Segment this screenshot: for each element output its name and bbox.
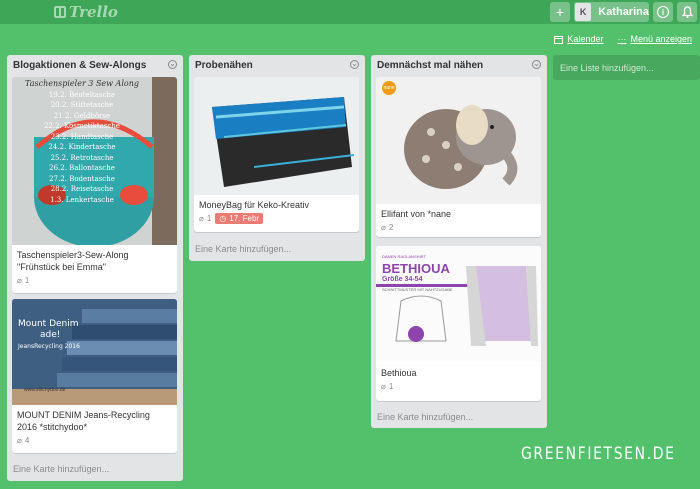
notifications-button[interactable]	[677, 2, 697, 22]
cover-caption: Taschenspieler 3 Sew Along 19.2. Beutelt…	[25, 79, 139, 204]
trello-board-icon	[54, 6, 66, 18]
card-ellifant[interactable]: nane Ellifant von *nane ⌀ 2	[376, 77, 541, 237]
attachment-count: 1	[24, 275, 30, 285]
card-title: MoneyBag für Keko-Kreativ	[199, 200, 310, 210]
card-badges: ⌀ 1	[376, 379, 541, 395]
card-badges: ⌀ 1 ◷ 17. Febr	[194, 211, 359, 227]
add-list-button[interactable]: Eine Liste hinzufügen...	[553, 55, 700, 80]
show-menu-button[interactable]: ··· Menü anzeigen	[617, 34, 692, 44]
attachment-badge: ⌀ 1	[17, 276, 29, 285]
attachment-count: 1	[206, 213, 212, 223]
list-demnaechst: Demnächst mal nähen ⌄ nane Ellifant von …	[371, 55, 547, 428]
plus-icon: +	[555, 4, 565, 20]
ellifant-cover	[376, 77, 541, 204]
card-title: Ellifant von *nane	[381, 209, 452, 219]
card-title: Taschenspieler3-Sew-Along "Frühstück bei…	[17, 250, 129, 272]
list-title: Blogaktionen & Sew-Alongs	[13, 60, 147, 71]
add-card-link[interactable]: Eine Karte hinzufügen...	[377, 412, 473, 422]
calendar-label: Kalender	[567, 34, 604, 44]
list-header[interactable]: Probenähen ⌄	[189, 55, 365, 75]
card-moneybag[interactable]: MoneyBag für Keko-Kreativ ⌀ 1 ◷ 17. Febr	[194, 77, 359, 232]
paperclip-icon: ⌀	[381, 381, 386, 391]
list-header[interactable]: Demnächst mal nähen ⌄	[371, 55, 547, 75]
list-title: Demnächst mal nähen	[377, 60, 484, 71]
moneybag-cover	[194, 77, 359, 195]
bell-icon	[681, 6, 693, 18]
card-cover-image: nane	[376, 77, 541, 204]
card-title: Bethioua	[381, 368, 417, 378]
due-date-badge: ◷ 17. Febr	[215, 212, 264, 224]
add-button[interactable]: +	[550, 2, 570, 22]
cover-url: www.stitchydoo.de	[24, 387, 66, 393]
calendar-button[interactable]: Kalender	[554, 34, 603, 44]
list-blogaktionen: Blogaktionen & Sew-Alongs ⌄ Taschenspiel…	[7, 55, 183, 481]
card-badges: ⌀ 4	[12, 433, 177, 449]
calendar-icon	[554, 35, 564, 44]
user-name: Katharina	[598, 6, 649, 18]
list-header[interactable]: Blogaktionen & Sew-Alongs ⌄	[7, 55, 183, 75]
list-probenaehen: Probenähen ⌄ MoneyBag für Keko-Kreativ ⌀…	[189, 55, 365, 261]
info-icon: i	[657, 6, 669, 18]
list-menu-icon[interactable]: ⌄	[532, 60, 541, 69]
board-menu-bar: Kalender ··· Menü anzeigen	[554, 34, 692, 44]
card-cover-image: DAMEN RAGLANSHIRT BETHIOUA Größe 34-54 S…	[376, 246, 541, 361]
attachment-badge: ⌀ 1	[381, 382, 393, 391]
list-menu-icon[interactable]: ⌄	[168, 60, 177, 69]
logo-text: Trello	[69, 3, 118, 21]
clock-icon: ◷	[219, 213, 227, 223]
cover-caption: DAMEN RAGLANSHIRT BETHIOUA Größe 34-54 S…	[382, 254, 453, 292]
add-card-link[interactable]: Eine Karte hinzufügen...	[195, 244, 291, 254]
card-bethioua[interactable]: DAMEN RAGLANSHIRT BETHIOUA Größe 34-54 S…	[376, 246, 541, 401]
user-menu-button[interactable]: K Katharina	[574, 2, 649, 22]
attachment-count: 1	[388, 381, 394, 391]
card-cover-image	[194, 77, 359, 195]
card-title: MOUNT DENIM Jeans-Recycling 2016 *stitch…	[17, 410, 150, 432]
card-mount-denim[interactable]: Mount Denim ade! JeansRecycling 2016 www…	[12, 299, 177, 453]
cover-logo-badge: nane	[382, 81, 396, 95]
paperclip-icon: ⌀	[199, 213, 204, 223]
avatar: K	[575, 3, 592, 21]
more-icon: ···	[617, 34, 627, 44]
paperclip-icon: ⌀	[17, 435, 22, 445]
watermark: GREENFIETSEN.DE	[521, 444, 676, 464]
attachment-badge: ⌀ 4	[17, 436, 29, 445]
top-header: Trello + K Katharina i	[0, 0, 700, 24]
info-button[interactable]: i	[653, 2, 673, 22]
list-title: Probenähen	[195, 60, 253, 71]
card-badges: ⌀ 2	[376, 220, 541, 236]
attachment-count: 4	[24, 435, 30, 445]
card-cover-image: Mount Denim ade! JeansRecycling 2016 www…	[12, 299, 177, 405]
add-card-link[interactable]: Eine Karte hinzufügen...	[13, 464, 109, 474]
paperclip-icon: ⌀	[17, 275, 22, 285]
list-menu-icon[interactable]: ⌄	[350, 60, 359, 69]
trello-logo[interactable]: Trello	[54, 3, 118, 21]
attachment-count: 2	[388, 222, 394, 232]
card-taschenspieler[interactable]: Taschenspieler 3 Sew Along 19.2. Beutelt…	[12, 77, 177, 293]
show-menu-label: Menü anzeigen	[630, 34, 692, 44]
attachment-badge: ⌀ 2	[381, 223, 393, 232]
attachment-badge: ⌀ 1	[199, 214, 211, 223]
due-date: 17. Febr	[229, 213, 260, 223]
cover-caption: Mount Denim ade! JeansRecycling 2016	[18, 319, 80, 350]
card-badges: ⌀ 1	[12, 273, 177, 289]
card-cover-image: Taschenspieler 3 Sew Along 19.2. Beutelt…	[12, 77, 177, 245]
paperclip-icon: ⌀	[381, 222, 386, 232]
